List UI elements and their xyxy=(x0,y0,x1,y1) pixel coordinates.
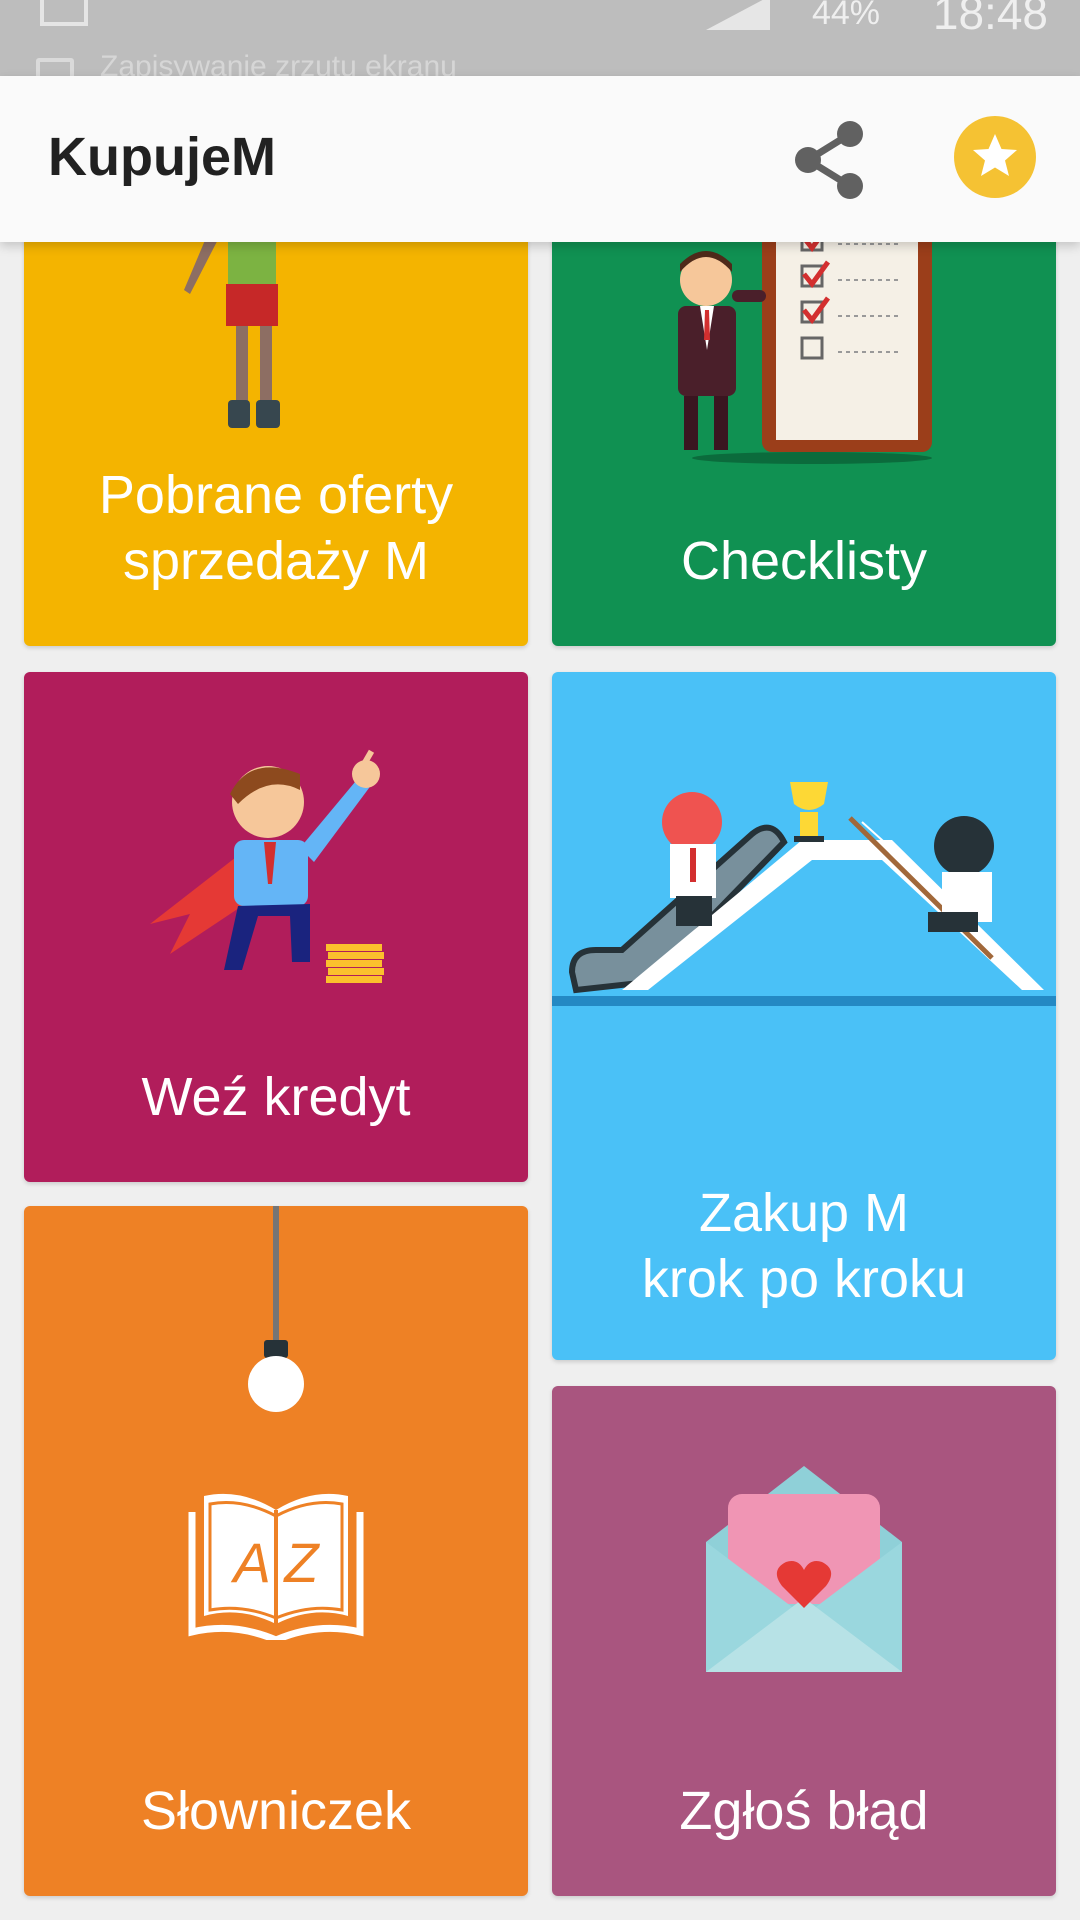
status-bar: Zapisywanie zrzutu ekranu 44% 18:48 xyxy=(0,0,1080,90)
app-title: KupujeM xyxy=(48,127,276,187)
share-button[interactable] xyxy=(780,112,876,208)
tile-purchase-label-line1: Zakup M xyxy=(698,1183,910,1243)
signal-icon xyxy=(706,0,770,30)
envelope-heart-icon xyxy=(706,1466,902,1672)
tile-glossary-label: Słowniczek xyxy=(140,1781,412,1841)
favorite-button[interactable] xyxy=(954,116,1036,198)
tile-purchase-step-by-step[interactable]: Zakup M krok po kroku xyxy=(552,672,1056,1360)
book-icon: A Z xyxy=(188,1493,364,1640)
tile-checklists-label: Checklisty xyxy=(680,531,928,591)
tile-loan-label: Weź kredyt xyxy=(141,1067,411,1127)
tile-offers-label-line2: sprzedaży M xyxy=(122,531,430,591)
superhero-illustration xyxy=(150,749,384,983)
star-icon xyxy=(973,134,1017,176)
escalator-race-illustration xyxy=(552,782,1056,1006)
tile-report-label: Zgłoś błąd xyxy=(679,1781,929,1841)
tile-downloaded-offers[interactable]: Pobrane oferty sprzedaży M xyxy=(24,200,528,646)
app-bar: KupujeM xyxy=(0,76,1080,242)
tile-glossary[interactable]: A Z Słowniczek xyxy=(24,1206,528,1896)
tile-purchase-label-line2: krok po kroku xyxy=(641,1249,967,1309)
battery-level: 44% xyxy=(811,0,880,32)
status-time: 18:48 xyxy=(932,0,1048,39)
book-letters: A Z xyxy=(230,1531,320,1594)
tile-checklists[interactable]: Checklisty xyxy=(552,200,1056,646)
tile-take-loan[interactable]: Weź kredyt xyxy=(24,672,528,1182)
lightbulb-icon xyxy=(248,1206,304,1412)
tile-offers-label-line1: Pobrane oferty xyxy=(98,465,454,525)
tile-report-bug[interactable]: Zgłoś błąd xyxy=(552,1386,1056,1896)
image-icon xyxy=(40,0,88,26)
share-icon xyxy=(795,121,863,199)
